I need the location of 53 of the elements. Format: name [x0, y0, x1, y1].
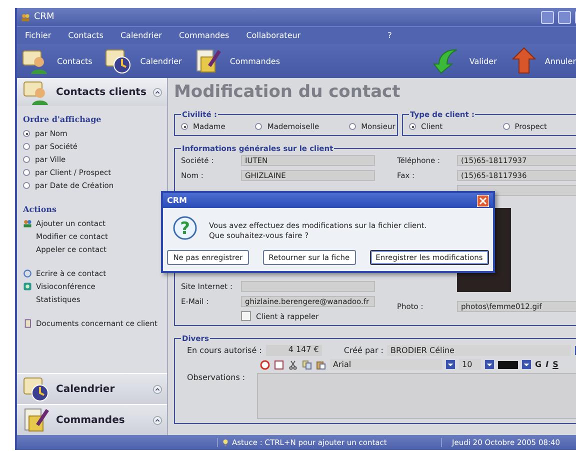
- paste-icon[interactable]: [316, 360, 326, 370]
- menu-item[interactable]: Contacts: [68, 31, 104, 40]
- menu-item[interactable]: Fichier: [25, 31, 52, 40]
- font-dropdown[interactable]: Arial: [330, 359, 442, 370]
- field-label: Créé par :: [344, 346, 384, 355]
- field-label: En cours autorisé :: [187, 346, 262, 355]
- panel-header[interactable]: Calendrier: [17, 373, 167, 404]
- document-icon: [23, 319, 32, 328]
- people-icon: [23, 219, 32, 228]
- collapse-icon[interactable]: [153, 416, 162, 424]
- cut-icon[interactable]: [288, 360, 298, 370]
- document-pen-icon: [22, 406, 50, 434]
- copy-icon[interactable]: [302, 360, 312, 370]
- section-title: Ordre d'affichage: [23, 114, 102, 124]
- italic-button[interactable]: I: [546, 360, 549, 369]
- video-icon: [23, 282, 32, 291]
- collapse-icon[interactable]: [153, 88, 162, 96]
- toolbar-button[interactable]: Commandes: [194, 47, 280, 75]
- menu-item[interactable]: Collaborateur: [246, 31, 301, 40]
- close-icon[interactable]: [477, 194, 489, 206]
- toolbar-button[interactable]: Valider: [433, 47, 497, 75]
- toolbar-button[interactable]: Annuler: [508, 47, 576, 75]
- window-title: CRM: [34, 12, 54, 22]
- app-logo-icon: [21, 12, 30, 22]
- menu-item[interactable]: Calendrier: [120, 31, 162, 40]
- menu-item[interactable]: ?: [388, 31, 392, 40]
- notes-field[interactable]: [257, 373, 576, 419]
- toolbar-button[interactable]: Contacts: [21, 47, 92, 75]
- dropdown-field[interactable]: BRODIER Céline: [387, 345, 572, 356]
- lightbulb-icon: [221, 438, 230, 447]
- maximize-button[interactable]: [558, 10, 571, 24]
- collapse-icon[interactable]: [153, 384, 162, 394]
- calendar-clock-icon: [104, 47, 132, 75]
- calendar-clock-icon: [22, 375, 50, 403]
- panel-header[interactable]: Commandes: [17, 404, 167, 435]
- dialog-title: CRM: [167, 196, 187, 205]
- bold-button[interactable]: G: [535, 360, 542, 369]
- input-field[interactable]: [241, 281, 375, 292]
- input-field[interactable]: 4 147 €: [266, 345, 322, 356]
- field-label: Observations :: [187, 373, 246, 384]
- color-swatch[interactable]: [498, 360, 518, 368]
- toolbar-button[interactable]: Calendrier: [104, 47, 182, 75]
- panel-title: Contacts clients: [56, 86, 147, 98]
- menu-item[interactable]: Commandes: [178, 31, 230, 40]
- document-pen-icon: [194, 47, 222, 75]
- panel-title: Calendrier: [56, 384, 116, 394]
- minimize-button[interactable]: [541, 10, 554, 24]
- question-mark: ?: [180, 219, 190, 239]
- size-dropdown[interactable]: 10: [459, 359, 481, 370]
- section-title: Actions: [23, 204, 58, 214]
- strike-button[interactable]: S: [552, 360, 558, 369]
- panel-title: Commandes: [56, 414, 126, 426]
- page-title: Modification du contact: [174, 82, 402, 102]
